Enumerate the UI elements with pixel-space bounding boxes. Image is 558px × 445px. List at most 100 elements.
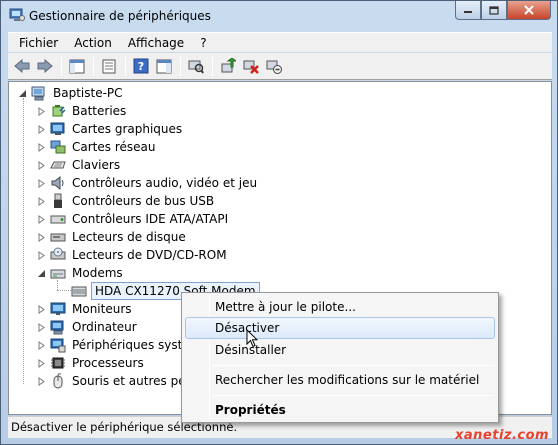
forward-button[interactable]: [34, 56, 55, 77]
disk-drive-icon: [50, 229, 66, 245]
menu-item-properties[interactable]: Propriétés: [185, 399, 495, 421]
expand-icon[interactable]: [37, 196, 46, 206]
tree-category-expanded[interactable]: Modems: [37, 264, 125, 282]
maximize-icon: [489, 5, 499, 15]
action-pane-icon: [156, 59, 171, 73]
toolbar-separator: [212, 56, 213, 76]
svg-text:?: ?: [137, 60, 143, 73]
category-label: Cartes graphiques: [72, 122, 183, 136]
tree-category[interactable]: Lecteurs de disque: [37, 228, 188, 246]
category-label: Processeurs: [72, 356, 144, 370]
computer-icon: [31, 85, 47, 101]
tree-category[interactable]: Cartes réseau: [37, 138, 157, 156]
minimize-button[interactable]: [455, 1, 481, 20]
expand-icon[interactable]: [37, 124, 46, 134]
expand-icon[interactable]: [37, 178, 46, 188]
expand-icon[interactable]: [37, 232, 46, 242]
tree-category[interactable]: Claviers: [37, 156, 122, 174]
computer-icon: [50, 319, 66, 335]
scan-hardware-button[interactable]: [185, 56, 206, 77]
mouse-cursor-icon: [246, 328, 259, 351]
caption-buttons: [455, 1, 551, 21]
mouse-icon: [50, 373, 66, 389]
menu-action[interactable]: Action: [69, 34, 117, 52]
battery-icon: [50, 103, 66, 119]
tree-category[interactable]: Périphériques systèm: [37, 336, 203, 354]
action-pane-button[interactable]: [153, 56, 174, 77]
context-menu: Mettre à jour le pilote... Désactiver Dé…: [181, 292, 499, 423]
tree-category[interactable]: Contrôleurs audio, vidéo et jeu: [37, 174, 259, 192]
category-label: Contrôleurs audio, vidéo et jeu: [72, 176, 258, 190]
minimize-icon: [464, 11, 472, 13]
back-button[interactable]: [11, 56, 32, 77]
menu-separator: [212, 365, 494, 366]
network-adapter-icon: [50, 139, 66, 155]
expand-icon[interactable]: [37, 376, 46, 386]
disable-icon: [266, 60, 282, 74]
update-driver-button[interactable]: [217, 56, 238, 77]
usb-icon: [50, 193, 66, 209]
tree-root[interactable]: Baptiste-PC: [18, 84, 125, 102]
expand-icon[interactable]: [37, 250, 46, 260]
uninstall-button[interactable]: [240, 56, 261, 77]
properties-button[interactable]: [98, 56, 119, 77]
keyboard-icon: [50, 157, 66, 173]
tree-category[interactable]: Processeurs: [37, 354, 146, 372]
maximize-button[interactable]: [481, 1, 507, 20]
menu-item-uninstall[interactable]: Désinstaller: [185, 339, 495, 361]
back-icon: [13, 59, 29, 73]
toolbar: ?: [8, 53, 552, 80]
menu-fichier[interactable]: Fichier: [14, 34, 63, 52]
expand-icon[interactable]: [37, 160, 46, 170]
menu-item-disable[interactable]: Désactiver: [185, 317, 495, 339]
category-label: Claviers: [72, 158, 121, 172]
close-button[interactable]: [507, 1, 551, 20]
menu-help[interactable]: ?: [195, 34, 211, 52]
collapse-icon[interactable]: [18, 89, 27, 98]
collapse-icon[interactable]: [37, 269, 46, 278]
close-icon: [524, 5, 534, 15]
processor-icon: [50, 355, 66, 371]
dvd-drive-icon: [50, 247, 66, 263]
expand-icon[interactable]: [37, 358, 46, 368]
menu-affichage[interactable]: Affichage: [123, 34, 189, 52]
expand-icon[interactable]: [37, 106, 46, 116]
ide-controller-icon: [50, 211, 66, 227]
toolbar-separator: [93, 56, 94, 76]
expand-icon[interactable]: [37, 304, 46, 314]
tree-category[interactable]: Contrôleurs IDE ATA/ATAPI: [37, 210, 230, 228]
tree-category[interactable]: Souris et autres périp: [37, 372, 203, 390]
category-label: Contrôleurs IDE ATA/ATAPI: [72, 212, 229, 226]
audio-icon: [50, 175, 66, 191]
tree-guide-line: [23, 98, 24, 384]
expand-icon[interactable]: [37, 214, 46, 224]
category-label: Ordinateur: [72, 320, 137, 334]
help-button[interactable]: ?: [130, 56, 151, 77]
tree-category[interactable]: Lecteurs de DVD/CD-ROM: [37, 246, 229, 264]
tree-category[interactable]: Moniteurs: [37, 300, 134, 318]
show-hide-tree-button[interactable]: [66, 56, 87, 77]
title-bar[interactable]: Gestionnaire de périphériques: [1, 1, 557, 31]
window-title: Gestionnaire de périphériques: [29, 9, 211, 23]
disable-button[interactable]: [263, 56, 284, 77]
expand-icon[interactable]: [37, 340, 46, 350]
tree-category[interactable]: Batteries: [37, 102, 128, 120]
tree-category[interactable]: Ordinateur: [37, 318, 139, 336]
category-label: Contrôleurs de bus USB: [72, 194, 215, 208]
device-manager-icon: [9, 8, 25, 22]
forward-icon: [37, 59, 53, 73]
tree-category[interactable]: Cartes graphiques: [37, 120, 184, 138]
expand-icon[interactable]: [37, 142, 46, 152]
watermark-text: xanetiz.com: [455, 428, 550, 443]
properties-icon: [102, 59, 115, 73]
help-icon: ?: [133, 58, 148, 74]
scan-hardware-icon: [188, 60, 204, 74]
menu-item-scan-hardware[interactable]: Rechercher les modifications sur le maté…: [185, 369, 495, 391]
toolbar-separator: [125, 56, 126, 76]
tree-category[interactable]: Contrôleurs de bus USB: [37, 192, 216, 210]
toolbar-separator: [180, 56, 181, 76]
modem-icon: [71, 283, 87, 299]
expand-icon[interactable]: [37, 322, 46, 332]
uninstall-icon: [243, 60, 259, 74]
menu-item-update-driver[interactable]: Mettre à jour le pilote...: [185, 296, 495, 318]
